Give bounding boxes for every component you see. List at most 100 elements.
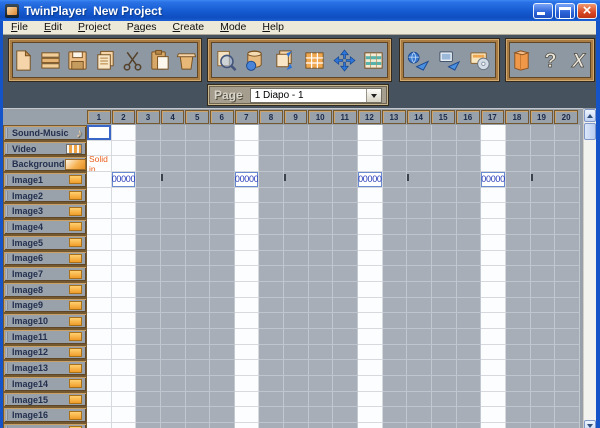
row-label-image12[interactable]: Image12 (3, 344, 87, 361)
grid-cell[interactable] (505, 360, 531, 376)
column-header-18[interactable]: 18 (505, 110, 529, 124)
grid-cell[interactable] (185, 156, 211, 173)
grid-cell[interactable] (160, 203, 186, 220)
vertical-scrollbar[interactable] (583, 109, 596, 428)
row-label-image1[interactable]: Image1 (3, 172, 87, 188)
grid-cell[interactable] (210, 281, 235, 298)
paste-button[interactable] (147, 45, 172, 75)
column-header-3[interactable]: 3 (136, 110, 160, 124)
grid-cell[interactable] (382, 344, 408, 361)
grid-cell[interactable] (382, 281, 408, 298)
grid-cell[interactable] (136, 423, 161, 428)
grid-cell[interactable] (456, 125, 482, 141)
grid-cell[interactable] (481, 376, 506, 392)
row-label-video[interactable]: Video (3, 140, 87, 157)
column-header-6[interactable]: 6 (209, 110, 234, 124)
column-header-7[interactable]: 7 (234, 110, 259, 124)
properties-grid-button[interactable] (361, 45, 386, 75)
grid-cell[interactable] (210, 313, 235, 329)
grid-cell[interactable] (234, 203, 260, 220)
grid-cell[interactable] (358, 203, 383, 220)
grid-cell[interactable] (308, 156, 334, 173)
row-label-image7[interactable]: Image7 (3, 266, 87, 282)
grid-cell[interactable] (210, 250, 235, 267)
grid-cell[interactable] (308, 328, 334, 345)
grid-cell[interactable] (308, 250, 334, 267)
grid-cell[interactable] (160, 391, 186, 408)
grid-cell[interactable] (358, 297, 383, 314)
grid-cell[interactable] (333, 344, 359, 361)
grid-cell[interactable] (160, 313, 186, 329)
grid-cell[interactable] (284, 172, 309, 188)
grid-cell[interactable] (456, 219, 482, 235)
chevron-down-icon[interactable] (366, 88, 381, 102)
grid-cell[interactable] (407, 187, 432, 204)
grid-cell[interactable] (555, 328, 580, 345)
menu-file[interactable]: File (3, 21, 36, 34)
grid-cell[interactable] (555, 203, 580, 220)
grid-cell[interactable] (259, 407, 285, 424)
grid-cell[interactable] (111, 125, 137, 141)
grid-cell[interactable] (407, 219, 432, 235)
close-button[interactable] (577, 2, 597, 19)
grid-cell[interactable] (530, 281, 556, 298)
grid-cell[interactable] (505, 297, 531, 314)
grid-cell[interactable] (382, 391, 408, 408)
grid-cell[interactable] (505, 203, 531, 220)
grid-cell[interactable] (210, 156, 235, 173)
grid-cell[interactable] (308, 187, 334, 204)
grid-cell[interactable] (308, 344, 334, 361)
grid-cell[interactable] (259, 172, 285, 188)
grid-cell[interactable] (358, 328, 383, 345)
grid-cell[interactable] (308, 376, 334, 392)
grid-cell[interactable] (210, 297, 235, 314)
delete-page-button[interactable] (174, 45, 199, 75)
grid-cell[interactable] (530, 219, 556, 235)
column-header-15[interactable]: 15 (431, 110, 455, 124)
grid-cell[interactable] (234, 376, 260, 392)
grid-cell[interactable] (358, 313, 383, 329)
column-header-2[interactable]: 2 (111, 110, 136, 124)
column-header-12[interactable]: 12 (357, 110, 382, 124)
grid-cell[interactable] (407, 203, 432, 220)
row-label-image13[interactable]: Image13 (3, 360, 87, 376)
grid-cell[interactable] (456, 281, 482, 298)
grid-cell[interactable] (456, 234, 482, 251)
grid-cell[interactable] (530, 391, 556, 408)
grid-cell[interactable] (407, 423, 432, 428)
grid-cell[interactable] (382, 125, 408, 141)
grid-cell[interactable] (259, 187, 285, 204)
grid-cell[interactable] (210, 407, 235, 424)
grid-cell[interactable] (308, 266, 334, 282)
grid-cell[interactable] (505, 281, 531, 298)
grid-cell[interactable] (481, 391, 506, 408)
grid-cell[interactable] (259, 156, 285, 173)
save-button[interactable] (65, 45, 90, 75)
grid-cell[interactable] (481, 423, 506, 428)
grid-cell[interactable] (185, 219, 211, 235)
grid-cell[interactable] (481, 219, 506, 235)
grid-cell[interactable] (259, 266, 285, 282)
menu-pages[interactable]: Pages (119, 21, 165, 34)
grid-cell[interactable] (160, 156, 186, 173)
grid-cell[interactable] (234, 407, 260, 424)
grid-cell[interactable] (407, 407, 432, 424)
grid-cell[interactable] (111, 156, 137, 173)
column-header-10[interactable]: 10 (308, 110, 332, 124)
grid-cell[interactable] (382, 328, 408, 345)
grid-cell[interactable] (505, 172, 531, 188)
scroll-up-icon[interactable] (584, 109, 596, 122)
grid-cell[interactable] (456, 376, 482, 392)
grid-cell[interactable] (284, 250, 309, 267)
grid-cell[interactable] (333, 156, 359, 173)
maximize-button[interactable] (555, 2, 575, 19)
grid-cell[interactable] (185, 140, 211, 157)
grid-cell[interactable] (505, 140, 531, 157)
grid-cell[interactable]: 00000 (234, 172, 260, 188)
grid-button[interactable] (302, 45, 327, 75)
grid-cell[interactable] (555, 234, 580, 251)
grid-cell[interactable] (382, 376, 408, 392)
grid-cell[interactable] (456, 266, 482, 282)
grid-cell[interactable] (456, 391, 482, 408)
grid-cell[interactable] (431, 219, 457, 235)
